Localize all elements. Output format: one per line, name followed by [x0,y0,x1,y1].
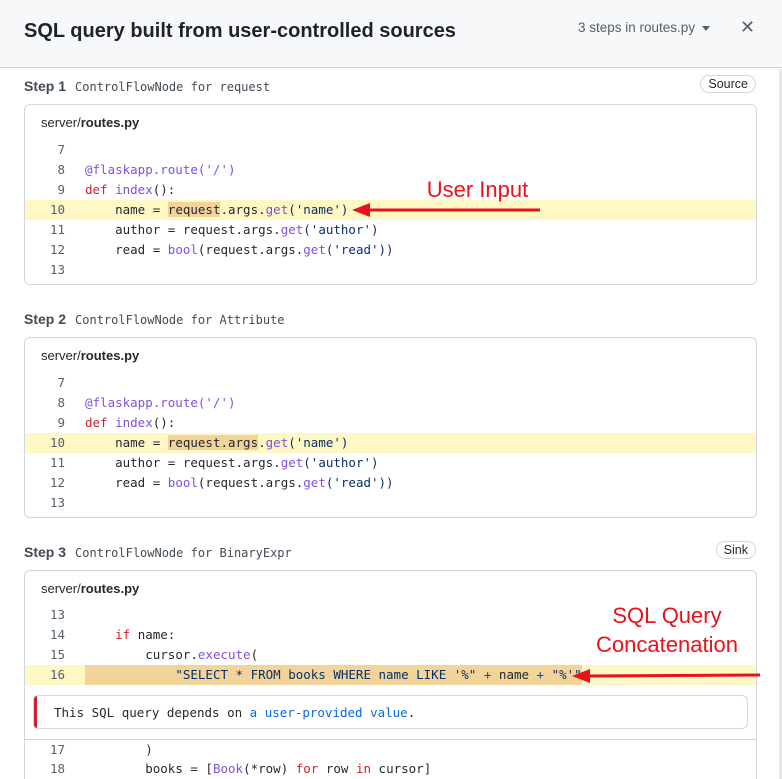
arrowhead-icon [352,203,370,217]
arrowhead-icon [572,669,590,683]
annotation-arrows [352,203,761,683]
sql-concat-arrow [587,673,761,678]
